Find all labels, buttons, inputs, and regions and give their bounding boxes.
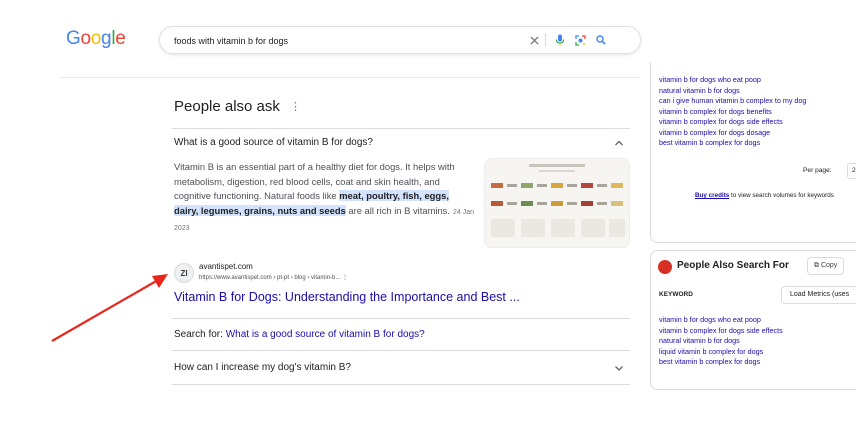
per-page-label: Per page:	[803, 167, 832, 174]
google-logo[interactable]: Google	[66, 28, 126, 50]
microphone-icon[interactable]	[553, 33, 567, 47]
answer-thumbnail-image[interactable]	[484, 158, 630, 248]
chevron-up-icon[interactable]	[612, 136, 626, 150]
result-title-link[interactable]: Vitamin B for Dogs: Understanding the Im…	[174, 290, 520, 304]
search-bar	[159, 26, 641, 54]
keywords-panel: vitamin b for dogs who eat poop natural …	[650, 62, 856, 243]
divider	[172, 350, 630, 351]
pasf-panel: People Also Search For ⧉ Copy KEYWORD Lo…	[650, 250, 856, 390]
chevron-down-icon[interactable]	[612, 361, 626, 375]
paa-title: People also ask	[174, 98, 280, 115]
load-metrics-button[interactable]: Load Metrics (uses	[781, 286, 856, 304]
keyword-list: vitamin b for dogs who eat poop natural …	[659, 75, 806, 149]
logo-letter: G	[66, 28, 81, 49]
keyword-link[interactable]: vitamin b complex for dogs dosage	[659, 128, 806, 139]
search-for-label: Search for:	[174, 329, 226, 340]
pasf-keyword-link[interactable]: natural vitamin b for dogs	[659, 336, 783, 347]
keyword-link[interactable]: best vitamin b complex for dogs	[659, 138, 806, 149]
source-name[interactable]: avantispet.com	[199, 262, 253, 271]
answer-text-end: are all rich in B vitamins.	[345, 204, 450, 216]
source-url[interactable]: https://www.avantispet.com › pt-pt › blo…	[199, 274, 348, 281]
pasf-keyword-link[interactable]: vitamin b complex for dogs side effects	[659, 326, 783, 337]
search-input[interactable]	[172, 32, 516, 50]
logo-letter: g	[101, 28, 112, 49]
clear-icon[interactable]	[527, 33, 541, 47]
credits-note: Buy credits to view search volumes for k…	[695, 192, 834, 199]
pasf-keyword-list: vitamin b for dogs who eat poop vitamin …	[659, 315, 783, 368]
pasf-keyword-link[interactable]: best vitamin b complex for dogs	[659, 357, 783, 368]
keyword-column-header: KEYWORD	[659, 291, 693, 298]
search-for-link[interactable]: What is a good source of vitamin B for d…	[226, 329, 425, 340]
paa-answer: Vitamin B is an essential part of a heal…	[174, 160, 474, 237]
keyword-link[interactable]: vitamin b for dogs who eat poop	[659, 75, 806, 86]
logo-letter: o	[90, 28, 102, 49]
more-options-icon[interactable]: ⋮	[290, 100, 301, 113]
search-divider	[545, 33, 546, 47]
keyword-link[interactable]: vitamin b complex for dogs benefits	[659, 107, 806, 118]
divider	[172, 384, 630, 385]
paa-question-collapsed[interactable]: How can I increase my dog's vitamin B?	[174, 362, 351, 373]
divider	[172, 318, 630, 319]
divider	[172, 128, 630, 129]
credits-text: to view search volumes for keywords	[729, 192, 834, 199]
buy-credits-link[interactable]: Buy credits	[695, 192, 729, 199]
pasf-title: People Also Search For	[677, 260, 789, 271]
logo-letter: o	[80, 28, 91, 49]
keyword-link[interactable]: natural vitamin b for dogs	[659, 86, 806, 97]
header-divider	[60, 77, 640, 78]
keyword-link[interactable]: vitamin b complex for dogs side effects	[659, 117, 806, 128]
lens-icon[interactable]	[573, 33, 587, 47]
search-for: Search for: What is a good source of vit…	[174, 329, 425, 340]
page: Google foods with vitamin b for dogs Peo…	[0, 0, 856, 440]
paa-question-expanded[interactable]: What is a good source of vitamin B for d…	[174, 137, 373, 148]
pasf-keyword-link[interactable]: liquid vitamin b complex for dogs	[659, 347, 783, 358]
keyword-link[interactable]: can i give human vitamin b complex to my…	[659, 96, 806, 107]
logo-letter: e	[115, 28, 126, 49]
pasf-keyword-link[interactable]: vitamin b for dogs who eat poop	[659, 315, 783, 326]
source-favicon[interactable]: ZI	[174, 263, 194, 283]
copy-button[interactable]: ⧉ Copy	[807, 257, 845, 275]
extension-logo-icon	[658, 260, 672, 274]
search-icon[interactable]	[594, 33, 608, 47]
per-page-select[interactable]: 2	[847, 163, 856, 179]
